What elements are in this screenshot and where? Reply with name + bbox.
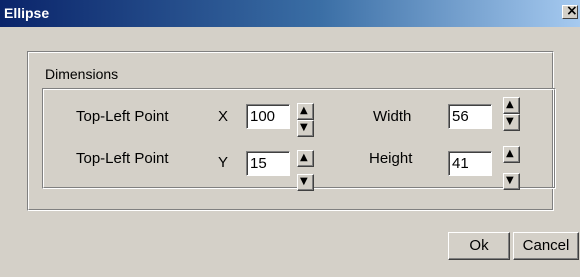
y-spin-down-button[interactable]: ▼ xyxy=(297,174,314,191)
ok-button[interactable]: Ok xyxy=(448,232,510,260)
y-spin-up-button[interactable]: ▲ xyxy=(297,150,314,167)
spin-up-icon: ▲ xyxy=(506,148,514,159)
height-field[interactable] xyxy=(448,151,492,176)
x-input[interactable] xyxy=(249,107,288,126)
x-axis-label: X xyxy=(218,108,229,125)
y-field[interactable] xyxy=(246,151,290,176)
width-label: Width xyxy=(373,108,412,125)
y-input[interactable] xyxy=(249,154,288,173)
width-field[interactable] xyxy=(448,104,492,129)
top-left-point-label-y: Top-Left Point xyxy=(76,150,169,167)
window-title: Ellipse xyxy=(4,5,50,21)
spin-up-icon: ▲ xyxy=(300,152,308,163)
spin-down-icon: ▼ xyxy=(506,116,514,127)
cancel-button[interactable]: Cancel xyxy=(513,232,579,260)
spin-up-icon: ▲ xyxy=(300,105,308,116)
y-axis-label: Y xyxy=(218,154,229,171)
height-input[interactable] xyxy=(451,154,490,173)
x-field[interactable] xyxy=(246,104,290,129)
height-label: Height xyxy=(369,150,413,167)
width-spin-down-button[interactable]: ▼ xyxy=(503,114,520,131)
close-button[interactable]: × xyxy=(562,3,578,19)
spin-up-icon: ▲ xyxy=(506,99,514,110)
spin-down-icon: ▼ xyxy=(300,176,308,187)
height-spin-up-button[interactable]: ▲ xyxy=(503,146,520,163)
width-input[interactable] xyxy=(451,107,490,126)
close-icon: × xyxy=(566,3,578,19)
width-spin-up-button[interactable]: ▲ xyxy=(503,97,520,114)
x-spin-up-button[interactable]: ▲ xyxy=(297,103,314,120)
spin-down-icon: ▼ xyxy=(506,175,514,186)
dimensions-label: Dimensions xyxy=(45,66,119,82)
height-spin-down-button[interactable]: ▼ xyxy=(503,173,520,190)
spin-down-icon: ▼ xyxy=(300,122,308,133)
x-spin-down-button[interactable]: ▼ xyxy=(297,120,314,137)
ellipse-dialog: Ellipse × Dimensions Top-Left Point X ▲ … xyxy=(0,0,580,277)
title-bar: Ellipse × xyxy=(0,0,580,27)
top-left-point-label-x: Top-Left Point xyxy=(76,108,169,125)
